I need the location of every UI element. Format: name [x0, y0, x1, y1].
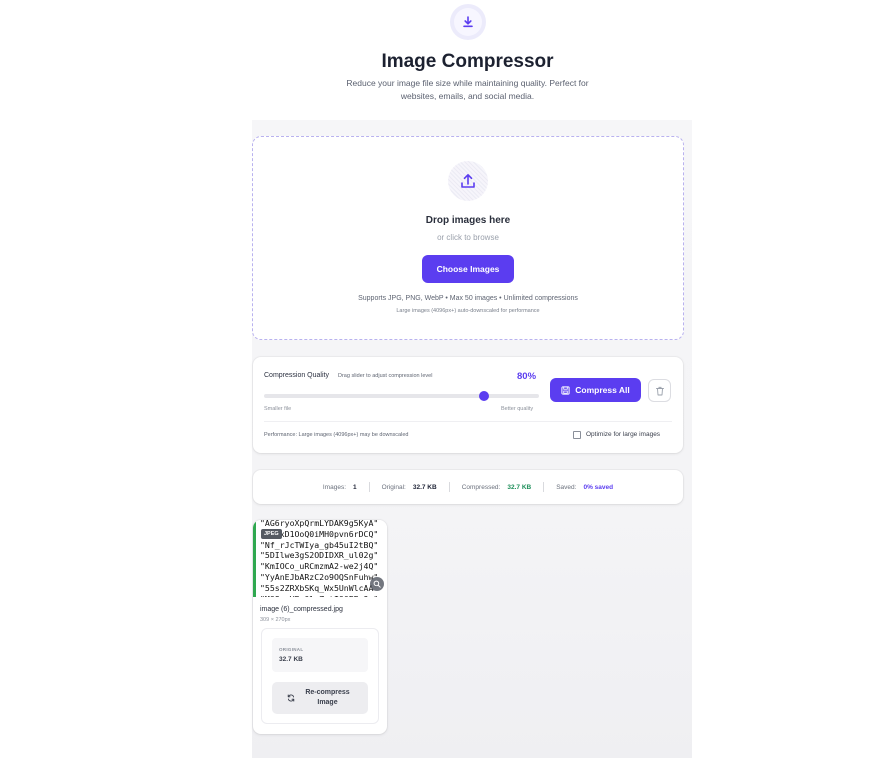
download-icon-badge [450, 4, 486, 40]
zoom-icon-button[interactable] [370, 577, 384, 591]
compression-settings-card: Compression Quality Drag slider to adjus… [253, 357, 683, 453]
refresh-icon [287, 694, 294, 702]
stat-compressed-value: 32.7 KB [507, 483, 532, 491]
original-size-box: ORIGINAL 32.7 KB [272, 638, 368, 672]
quality-value: 80% [517, 371, 537, 382]
recompress-image-button[interactable]: Re-compress Image [272, 682, 368, 714]
image-dimensions: 309 × 270px [260, 617, 291, 623]
dropzone-title: Drop images here [425, 215, 511, 226]
stat-images: Images: 1 [323, 484, 357, 491]
quality-slider-thumb[interactable] [479, 391, 489, 401]
stat-original-label: Original: [381, 483, 406, 491]
image-thumbnail[interactable]: "AG6ryoXpQrmLYDAK9g5KyA" "O7KxD1OoQ0iMH0… [253, 520, 387, 597]
optimize-large-label[interactable]: Optimize for large images [586, 431, 660, 438]
quality-hint: Drag slider to adjust compression level [338, 373, 433, 379]
page-title: Image Compressor [381, 51, 554, 72]
optimize-large-checkbox[interactable] [573, 431, 581, 439]
stat-saved-value: 0% saved [583, 483, 614, 491]
stat-compressed: Compressed: 32.7 KB [462, 484, 532, 491]
slider-max-label: Better quality [501, 406, 534, 412]
stat-images-label: Images: [322, 483, 346, 491]
image-dropzone[interactable]: Drop images here or click to browse Choo… [252, 136, 684, 340]
stat-saved: Saved: 0% saved [556, 484, 613, 491]
stats-separator [368, 482, 370, 492]
stats-separator [448, 482, 450, 492]
image-details-box: ORIGINAL 32.7 KB Re-compress Image [261, 628, 379, 724]
download-icon [463, 16, 473, 28]
stat-original: Original: 32.7 KB [382, 484, 437, 491]
save-icon [561, 385, 570, 395]
stat-images-value: 1 [353, 483, 357, 491]
dropzone-subtitle: or click to browse [437, 233, 499, 242]
zoom-icon [373, 580, 381, 588]
stat-compressed-label: Compressed: [461, 483, 501, 491]
stat-original-value: 32.7 KB [412, 483, 437, 491]
stats-row: Images: 1 Original: 32.7 KB Compressed: … [253, 470, 683, 504]
supported-formats-text: Supports JPG, PNG, WebP • Max 50 images … [358, 295, 578, 302]
choose-images-button[interactable]: Choose Images [422, 255, 514, 283]
original-size-value: 32.7 KB [279, 656, 303, 663]
image-filename: image (6)_compressed.jpg [260, 606, 343, 613]
upload-icon-circle [448, 161, 488, 201]
stat-saved-label: Saved: [556, 483, 577, 491]
settings-divider [264, 421, 672, 422]
performance-note: Performance: Large images (4096px+) may … [264, 432, 409, 438]
large-images-note: Large images (4096px+) auto-downscaled f… [396, 308, 540, 314]
slider-min-label: Smaller file [264, 406, 292, 412]
clear-all-button[interactable] [648, 379, 671, 402]
page-subtitle: Reduce your image file size while mainta… [346, 78, 589, 101]
trash-icon [655, 386, 664, 395]
stats-separator [543, 482, 545, 492]
format-badge: JPEG [261, 529, 282, 539]
image-card: "AG6ryoXpQrmLYDAK9g5KyA" "O7KxD1OoQ0iMH0… [253, 520, 387, 734]
original-size-label: ORIGINAL [279, 647, 304, 652]
recompress-label: Re-compress Image [305, 689, 350, 706]
quality-label: Compression Quality [264, 372, 329, 379]
upload-icon [461, 174, 475, 188]
compression-stats-bar: Images: 1 Original: 32.7 KB Compressed: … [253, 470, 683, 504]
compress-all-label: Compress All [575, 385, 630, 395]
quality-slider[interactable] [264, 391, 539, 401]
compress-all-button[interactable]: Compress All [550, 378, 641, 402]
